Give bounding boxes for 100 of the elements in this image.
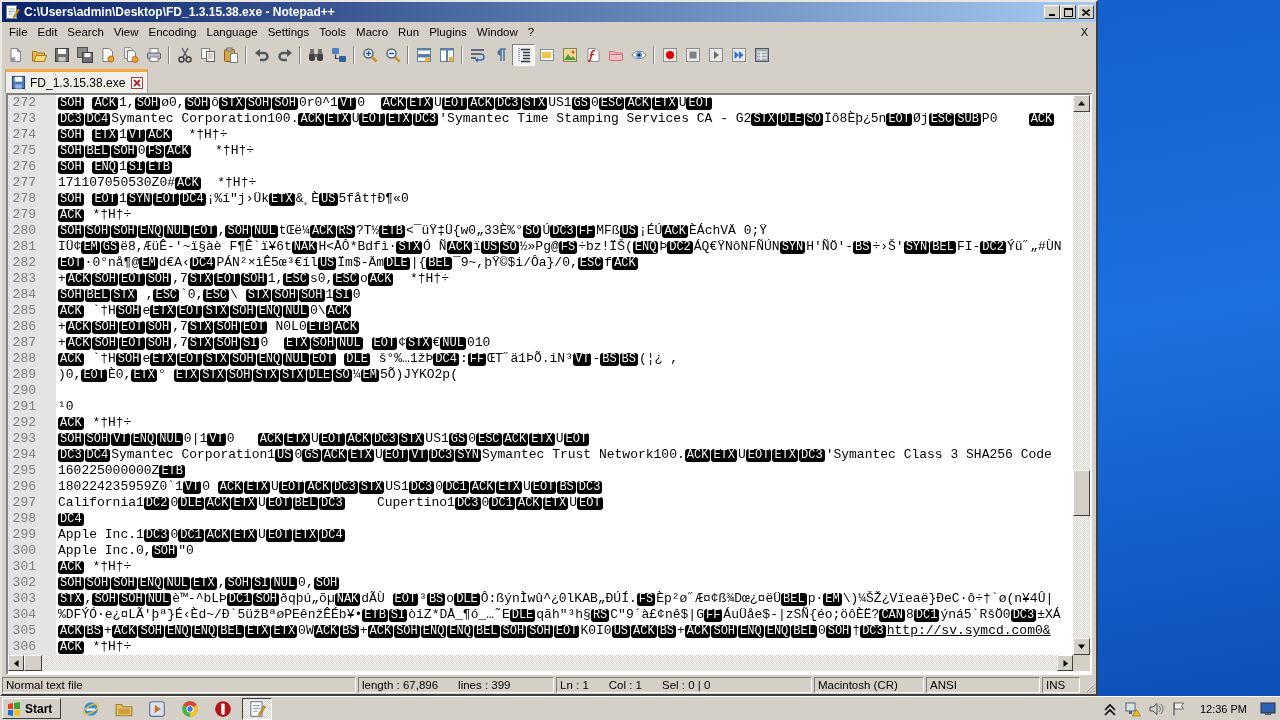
control-char-tag: STX xyxy=(111,288,137,302)
show-desktop-icon[interactable] xyxy=(1260,700,1276,717)
control-char-tag: ACK xyxy=(58,640,84,654)
code-text: d€A‹ xyxy=(158,255,190,271)
control-char-tag: DC3 xyxy=(576,480,603,494)
code-text: : xyxy=(459,351,468,367)
url-link[interactable]: http://sv.symcd.com0& xyxy=(886,623,1051,639)
code-text: 8 xyxy=(906,607,914,623)
control-char-tag: EOT xyxy=(278,480,305,494)
line-number: 305 xyxy=(8,623,56,639)
menu-item[interactable]: Macro xyxy=(351,23,394,41)
maximize-button[interactable] xyxy=(1060,5,1076,19)
resize-grip-icon[interactable] xyxy=(1084,681,1096,693)
file-tab[interactable]: FD_1.3.15.38.exe xyxy=(5,69,149,93)
close-document-button[interactable]: X xyxy=(1078,26,1090,38)
menu-item[interactable]: ? xyxy=(522,23,540,41)
control-char-tag: SOH xyxy=(92,320,119,334)
control-char-tag: SOH xyxy=(825,624,852,638)
menu-item[interactable]: View xyxy=(108,23,144,41)
code-text: 0 xyxy=(468,431,476,447)
line-number: 290 xyxy=(8,383,56,399)
control-char-tag: EOT xyxy=(214,272,241,286)
control-char-tag: SOH xyxy=(272,288,298,302)
control-char-tag: ACK xyxy=(204,496,231,510)
control-char-tag: DC3 xyxy=(428,448,455,462)
control-char-tag: SOH xyxy=(111,144,137,158)
control-char-tag: ACK xyxy=(313,624,340,638)
close-button[interactable] xyxy=(1078,5,1094,19)
line-number: 292 xyxy=(8,415,56,431)
start-button[interactable]: Start xyxy=(2,698,62,719)
minimize-button[interactable] xyxy=(1044,5,1060,19)
control-char-tag: ETX xyxy=(92,128,118,142)
control-char-tag: ETX xyxy=(191,576,217,590)
code-text: 160225000000Z xyxy=(58,463,160,479)
code-text: ° xyxy=(158,367,166,383)
control-char-tag: ACK xyxy=(612,256,638,270)
control-char-tag: DC3 xyxy=(860,624,886,638)
code-text: 1 xyxy=(119,127,127,143)
code-text: ¼ xyxy=(352,367,361,383)
menu-item[interactable]: Window xyxy=(471,23,523,41)
control-char-tag: EOT xyxy=(81,368,107,382)
control-char-tag: VT xyxy=(126,128,146,142)
control-char-tag: DLE xyxy=(454,592,480,606)
code-text: 0|1 xyxy=(183,431,208,447)
indent-guide-button[interactable] xyxy=(512,43,535,66)
control-char-tag: SOH xyxy=(226,368,253,382)
clock[interactable]: 12:36 PM xyxy=(1199,702,1247,715)
control-char-tag: EOT xyxy=(530,480,557,494)
control-char-tag: ETX xyxy=(496,480,522,494)
menu-item[interactable]: Encoding xyxy=(143,23,202,41)
control-char-tag: STX xyxy=(200,368,226,382)
control-char-tag: SI xyxy=(388,608,408,622)
menu-item[interactable]: Search xyxy=(62,23,109,41)
control-char-tag: FS xyxy=(636,592,656,606)
scroll-up-button[interactable] xyxy=(1073,95,1090,112)
menu-item[interactable]: Settings xyxy=(262,23,315,41)
code-text: ÷bz!ÏŠ( xyxy=(578,239,633,255)
code-text: Apple Inc.0, xyxy=(58,543,152,559)
control-char-tag: ACK xyxy=(380,96,407,110)
scroll-right-button[interactable] xyxy=(1057,655,1073,671)
control-char-tag: ETX xyxy=(284,432,311,446)
control-char-tag: ETX xyxy=(711,448,737,462)
control-char-tag: NUL xyxy=(283,352,309,366)
control-char-tag: DC3 xyxy=(372,432,398,446)
code-text: e xyxy=(142,351,151,367)
code-text: e xyxy=(142,303,151,319)
menu-item[interactable]: File xyxy=(4,23,33,41)
line-number: 284 xyxy=(8,287,56,303)
menu-item[interactable]: Tools xyxy=(314,23,352,41)
scrollbar-thumb[interactable] xyxy=(1073,470,1090,516)
control-char-tag: ENQ xyxy=(256,352,283,366)
network-warning-icon[interactable] xyxy=(1124,700,1141,717)
menu-item[interactable]: Plugins xyxy=(424,23,472,41)
control-char-tag: ACK xyxy=(631,624,657,638)
scroll-down-button[interactable] xyxy=(1073,638,1090,655)
scrollbar-thumb[interactable] xyxy=(24,655,42,671)
flag-icon[interactable] xyxy=(1170,700,1187,717)
close-icon[interactable] xyxy=(131,76,144,89)
line-number: 300 xyxy=(8,543,56,559)
control-char-tag: ETX xyxy=(542,496,569,510)
code-text: *†H†÷ xyxy=(188,127,228,143)
control-char-tag: DC4 xyxy=(84,112,111,126)
code-text: Symantec Corporation1 xyxy=(111,447,276,463)
code-text: ¢ xyxy=(398,335,406,351)
menu-item[interactable]: Edit xyxy=(32,23,63,41)
control-char-tag: STX xyxy=(245,288,272,302)
scroll-left-button[interactable] xyxy=(8,655,24,671)
vertical-scrollbar[interactable] xyxy=(1073,95,1090,655)
horizontal-scrollbar[interactable] xyxy=(8,655,1073,671)
control-char-tag: ESC xyxy=(153,288,180,302)
control-char-tag: SOH xyxy=(84,224,111,238)
menu-item[interactable]: Language xyxy=(201,23,263,41)
menu-item[interactable]: Run xyxy=(393,23,425,41)
speaker-icon[interactable] xyxy=(1147,700,1164,717)
taskbar-button[interactable] xyxy=(242,697,273,720)
code-text: ýná5`RšÖ0 xyxy=(940,607,1011,623)
stop-icon xyxy=(684,46,701,63)
control-char-tag: RS xyxy=(590,608,610,622)
line-number: 272 xyxy=(8,95,56,111)
word-wrap-icon xyxy=(469,46,486,63)
